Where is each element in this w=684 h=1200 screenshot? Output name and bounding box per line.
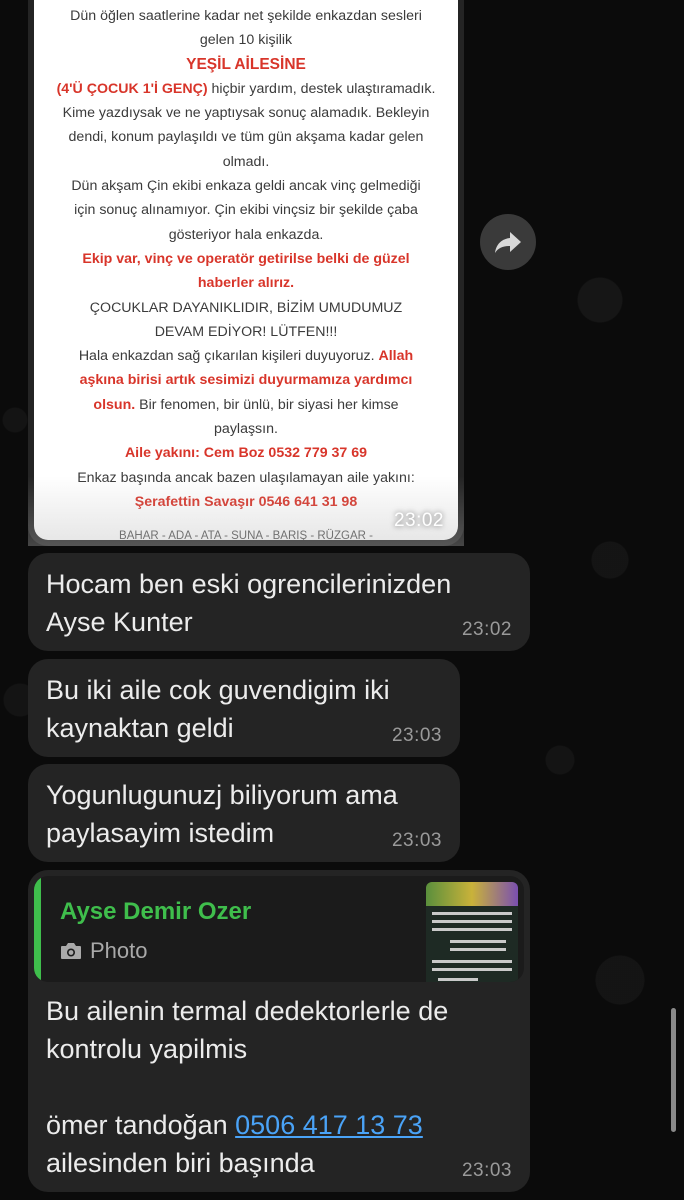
poster-line: haberler alırız. xyxy=(197,275,295,292)
poster-line: (4'Ü ÇOCUK 1'İ GENÇ) hiçbir yardım, dest… xyxy=(34,77,458,101)
phone-link[interactable]: 0506 417 13 73 xyxy=(235,1110,423,1140)
poster-line: gelen 10 kişilik xyxy=(199,32,293,49)
poster-highlight: Allah xyxy=(378,348,414,365)
message-line: Bu ailenin termal dedektorlerle de xyxy=(46,996,449,1026)
forward-button[interactable] xyxy=(480,214,536,270)
poster-line: Kime yazdıysak ve ne yaptıysak sonuç ala… xyxy=(62,105,430,122)
message-line: Yogunlugunuzj biliyorum ama xyxy=(46,780,398,810)
quote-photo-label: Photo xyxy=(60,938,148,964)
message-time: 23:03 xyxy=(461,1160,512,1181)
scrollbar[interactable] xyxy=(671,1008,676,1132)
reply-message[interactable]: Ayse Demir Ozer Photo Bu ailenin termal … xyxy=(28,870,530,1192)
message-line: Ayse Kunter xyxy=(46,607,193,637)
message-time: 23:03 xyxy=(391,830,442,851)
poster-line: için sonuç alınamıyor. Çin ekibi vinçsiz… xyxy=(74,202,418,219)
poster-line: ÇOCUKLAR DAYANIKLIDIR, BİZİM UMUDUMUZ xyxy=(89,299,403,316)
text-message[interactable]: Yogunlugunuzj biliyorum ama paylasayim i… xyxy=(28,764,460,862)
forward-icon xyxy=(495,232,521,253)
poster-highlight: olsun. xyxy=(93,396,136,413)
camera-icon xyxy=(61,943,81,959)
message-text: Hocam ben eski ogrencilerinizden Ayse Ku… xyxy=(46,565,451,641)
message-line: Bu iki aile cok guvendigim iki xyxy=(46,675,390,705)
message-line: kontrolu yapilmis xyxy=(46,1034,248,1064)
poster-line: Aile yakını: Cem Boz 0532 779 37 69 xyxy=(124,445,368,462)
poster-line: dendi, konum paylaşıldı ve tüm gün akşam… xyxy=(68,129,424,146)
message-line: kaynaktan geldi xyxy=(46,713,234,743)
message-line: ömer tandoğan 0506 417 13 73 xyxy=(46,1106,516,1144)
quote-thumbnail xyxy=(426,882,518,982)
message-line: ailesinden biri başında xyxy=(46,1148,315,1178)
message-text: Yogunlugunuzj biliyorum ama paylasayim i… xyxy=(46,776,398,852)
poster-image: Dün öğlen saatlerine kadar net şekilde e… xyxy=(34,0,458,540)
poster-line: Ekip var, vinç ve operatör getirilse bel… xyxy=(82,250,410,267)
poster-line: Dün akşam Çin ekibi enkaza geldi ancak v… xyxy=(71,178,421,195)
quote-author: Ayse Demir Ozer xyxy=(60,898,252,925)
poster-line: paylaşsın. xyxy=(214,421,278,438)
quote-accent-bar xyxy=(34,876,41,982)
poster-highlight: (4'Ü ÇOCUK 1'İ GENÇ) xyxy=(56,80,208,97)
message-time: 23:02 xyxy=(461,619,512,640)
poster-text: Bir fenomen, bir ünlü, bir siyasi her ki… xyxy=(135,396,399,413)
poster-line: Dün öğlen saatlerine kadar net şekilde e… xyxy=(70,8,422,24)
quote-label: Photo xyxy=(90,938,148,963)
poster-line: olmadı. xyxy=(222,153,270,170)
message-line: Hocam ben eski ogrencilerinizden xyxy=(46,569,452,599)
poster-line: aşkına birisi artık sesimizi duyurmamıza… xyxy=(79,372,413,389)
text-message[interactable]: Bu iki aile cok guvendigim iki kaynaktan… xyxy=(28,659,460,757)
message-text: Bu ailenin termal dedektorlerle de kontr… xyxy=(46,992,516,1182)
poster-text: hiçbir yardım, destek ulaştıramadık. xyxy=(207,80,436,97)
message-text-prefix: ömer tandoğan xyxy=(46,1110,236,1140)
quoted-message[interactable]: Ayse Demir Ozer Photo xyxy=(34,876,524,982)
poster-line: DEVAM EDİYOR! LÜTFEN!!! xyxy=(154,323,338,340)
message-time: 23:03 xyxy=(391,725,442,746)
poster-line: Hala enkazdan sağ çıkarılan kişileri duy… xyxy=(34,344,458,368)
poster-line: olsun. Bir fenomen, bir ünlü, bir siyasi… xyxy=(34,393,458,417)
message-time: 23:02 xyxy=(393,510,444,531)
image-message[interactable]: Dün öğlen saatlerine kadar net şekilde e… xyxy=(28,0,464,546)
poster-line: gösteriyor hala enkazda. xyxy=(168,226,324,243)
poster-line: YEŞİL AİLESİNE xyxy=(186,55,306,73)
message-text: Bu iki aile cok guvendigim iki kaynaktan… xyxy=(46,671,390,747)
text-message[interactable]: Hocam ben eski ogrencilerinizden Ayse Ku… xyxy=(28,553,530,651)
poster-text: Hala enkazdan sağ çıkarılan kişileri duy… xyxy=(78,348,379,365)
message-line: paylasayim istedim xyxy=(46,818,275,848)
